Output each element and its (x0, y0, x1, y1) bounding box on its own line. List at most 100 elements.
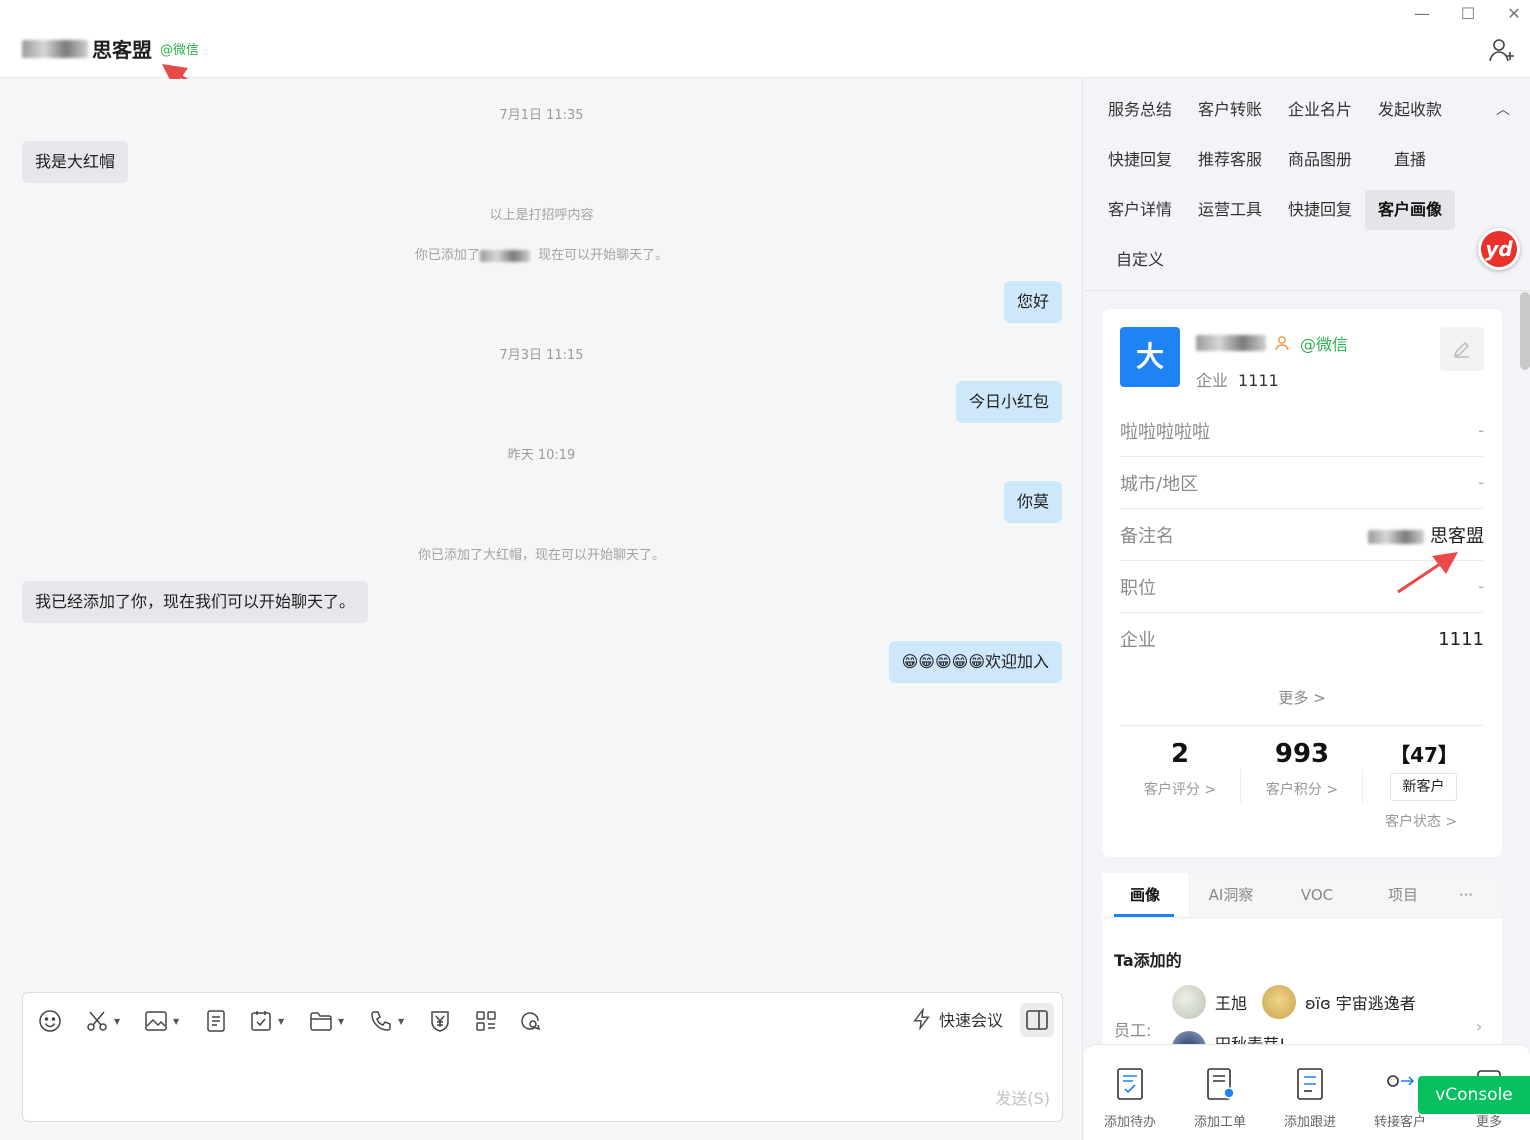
person-icon (1275, 336, 1289, 351)
tab-operation-tools[interactable]: 运营工具 (1190, 190, 1270, 230)
scissors-icon[interactable]: ▼ (85, 1009, 120, 1033)
lightning-icon (913, 1008, 930, 1030)
status-badge[interactable]: 新客户 (1390, 773, 1457, 801)
vconsole-button[interactable]: vConsole (1418, 1076, 1530, 1114)
add-ticket-button[interactable]: 添加工单 (1185, 1067, 1255, 1130)
calendar-check-icon[interactable]: ▼ (249, 1009, 284, 1033)
system-message: 以上是打招呼内容 (489, 208, 594, 223)
maximize-icon[interactable]: ☐ (1456, 4, 1480, 23)
field-value: - (1478, 421, 1484, 440)
message-bubble-right[interactable]: 你莫 (1003, 481, 1062, 523)
more-icon[interactable]: ··· (1430, 873, 1502, 917)
system-message: 你已添加了 现在可以开始聊天了。 (0, 244, 1083, 263)
subtab-portrait[interactable]: 画像 (1102, 873, 1188, 917)
contact-name: 思客盟 (92, 38, 152, 62)
more-link[interactable]: 更多 > (1102, 687, 1502, 708)
tab-collect-payment[interactable]: 发起收款 (1370, 90, 1450, 130)
panel-icon (1026, 1010, 1048, 1030)
field-key: 城市/地区 (1120, 473, 1199, 495)
customer-avatar: 大 (1120, 327, 1180, 387)
divider (1362, 769, 1363, 803)
tab-quick-reply[interactable]: 快捷回复 (1100, 140, 1180, 180)
field-key: 啦啦啦啦啦 (1120, 421, 1210, 443)
divider (1240, 769, 1241, 803)
message-bubble-left[interactable]: 我是大红帽 (22, 141, 129, 183)
field-value: 1111 (1438, 628, 1484, 650)
grid-icon[interactable] (474, 1009, 498, 1033)
document-icon[interactable] (204, 1009, 228, 1033)
message-bubble-right[interactable]: 今日小红包 (955, 381, 1062, 423)
collapse-icon[interactable]: ︿ (1496, 99, 1510, 119)
edit-button[interactable] (1440, 327, 1484, 371)
quick-meeting-button[interactable]: 快速会议 (911, 1007, 1003, 1031)
employee-item[interactable]: 田秋麦芽! (1172, 1031, 1285, 1045)
timestamp: 7月3日 11:15 (499, 348, 584, 363)
customer-status-link[interactable]: 客户状态 > (1385, 811, 1457, 831)
employee-item[interactable]: ʚïɞ 宇宙逃逸者 (1262, 985, 1416, 1019)
tab-custom[interactable]: 自定义 (1100, 240, 1180, 280)
message-bubble-right[interactable]: 😁😁😁😁😁欢迎加入 (888, 641, 1062, 683)
emoji-icon[interactable] (38, 1009, 62, 1033)
folder-icon[interactable]: ▼ (309, 1009, 344, 1033)
stat-status[interactable]: 【47】 (1364, 739, 1484, 768)
stat-value: 【47】 (1390, 743, 1458, 767)
portrait-tabs: 画像 AI洞察 VOC 项目 ··· (1102, 873, 1502, 918)
followup-icon (1297, 1068, 1323, 1100)
tab-customer-detail[interactable]: 客户详情 (1100, 190, 1180, 230)
stat-score[interactable]: 2 客户评分 > (1120, 739, 1240, 799)
section-title: Ta添加的 (1114, 951, 1182, 970)
subtab-voc[interactable]: VOC (1274, 873, 1360, 917)
tab-customer-portrait[interactable]: 客户画像 (1365, 190, 1455, 230)
phone-icon[interactable]: ▼ (369, 1009, 404, 1033)
tab-product-album[interactable]: 商品图册 (1280, 140, 1360, 180)
todo-icon (1117, 1068, 1143, 1100)
action-label: 添加跟进 (1283, 1115, 1336, 1130)
action-label: 添加待办 (1103, 1115, 1156, 1130)
employee-item[interactable]: 王旭 (1172, 985, 1247, 1019)
annotation-arrow (1397, 552, 1458, 594)
tab-customer-transfer[interactable]: 客户转账 (1190, 90, 1270, 130)
stat-label: 客户评分 > (1143, 782, 1217, 798)
tab-recommend-service[interactable]: 推荐客服 (1190, 140, 1270, 180)
tab-quick-reply-2[interactable]: 快捷回复 (1280, 190, 1360, 230)
panel-scrollbar[interactable] (1520, 292, 1530, 370)
remark-name: 思客盟 (1430, 525, 1484, 547)
add-user-icon[interactable] (1488, 36, 1516, 64)
blurred-name (22, 39, 88, 58)
stat-points[interactable]: 993 客户积分 > (1242, 739, 1362, 799)
timestamp: 7月1日 11:35 (499, 108, 584, 123)
field-row: 城市/地区 - (1120, 457, 1484, 509)
transfer-icon (1387, 1075, 1415, 1087)
action-label: 添加工单 (1193, 1115, 1246, 1130)
close-icon[interactable]: ✕ (1502, 4, 1526, 23)
field-value: - (1478, 577, 1484, 596)
add-followup-button[interactable]: 添加跟进 (1275, 1067, 1345, 1130)
message-bubble-right[interactable]: 您好 (1003, 281, 1062, 323)
employee-name: ʚïɞ 宇宙逃逸者 (1305, 994, 1416, 1013)
yd-floating-badge[interactable]: yd (1478, 228, 1520, 270)
tab-live[interactable]: 直播 (1370, 140, 1450, 180)
tab-company-card[interactable]: 企业名片 (1280, 90, 1360, 130)
employee-name: 王旭 (1215, 994, 1248, 1013)
field-value: 思客盟 (1368, 522, 1484, 548)
tab-service-summary[interactable]: 服务总结 (1100, 90, 1180, 130)
chat-area[interactable]: 7月1日 11:35 我是大红帽 以上是打招呼内容 你已添加了 现在可以开始聊天… (0, 79, 1083, 1140)
blurred-name (479, 249, 530, 262)
image-icon[interactable]: ▼ (144, 1009, 179, 1033)
message-composer[interactable]: ▼ ▼ ▼ ▼ ▼ 快速会议 发送(S) (22, 992, 1063, 1122)
divider (1120, 725, 1484, 726)
send-button[interactable]: 发送(S) (995, 1085, 1050, 1109)
customer-corp: 企业 1111 (1196, 367, 1279, 391)
chevron-right-icon[interactable]: › (1476, 1017, 1482, 1036)
sidebar-toggle-button[interactable] (1020, 1003, 1054, 1037)
message-bubble-left[interactable]: 我已经添加了你，现在我们可以开始聊天了。 (22, 581, 369, 623)
minimize-icon[interactable]: — (1410, 4, 1434, 23)
yuan-icon[interactable] (428, 1009, 452, 1033)
stat-label: 客户积分 > (1265, 782, 1339, 798)
corp-value: 1111 (1238, 371, 1279, 390)
chat-search-icon[interactable] (518, 1009, 542, 1033)
subtab-ai-insight[interactable]: AI洞察 (1188, 873, 1274, 917)
add-todo-button[interactable]: 添加待办 (1095, 1067, 1165, 1130)
customer-source: @微信 (1300, 335, 1349, 354)
tool-tabs: 服务总结 客户转账 企业名片 发起收款 ︿ 快捷回复 推荐客服 商品图册 直播 … (1084, 79, 1530, 291)
